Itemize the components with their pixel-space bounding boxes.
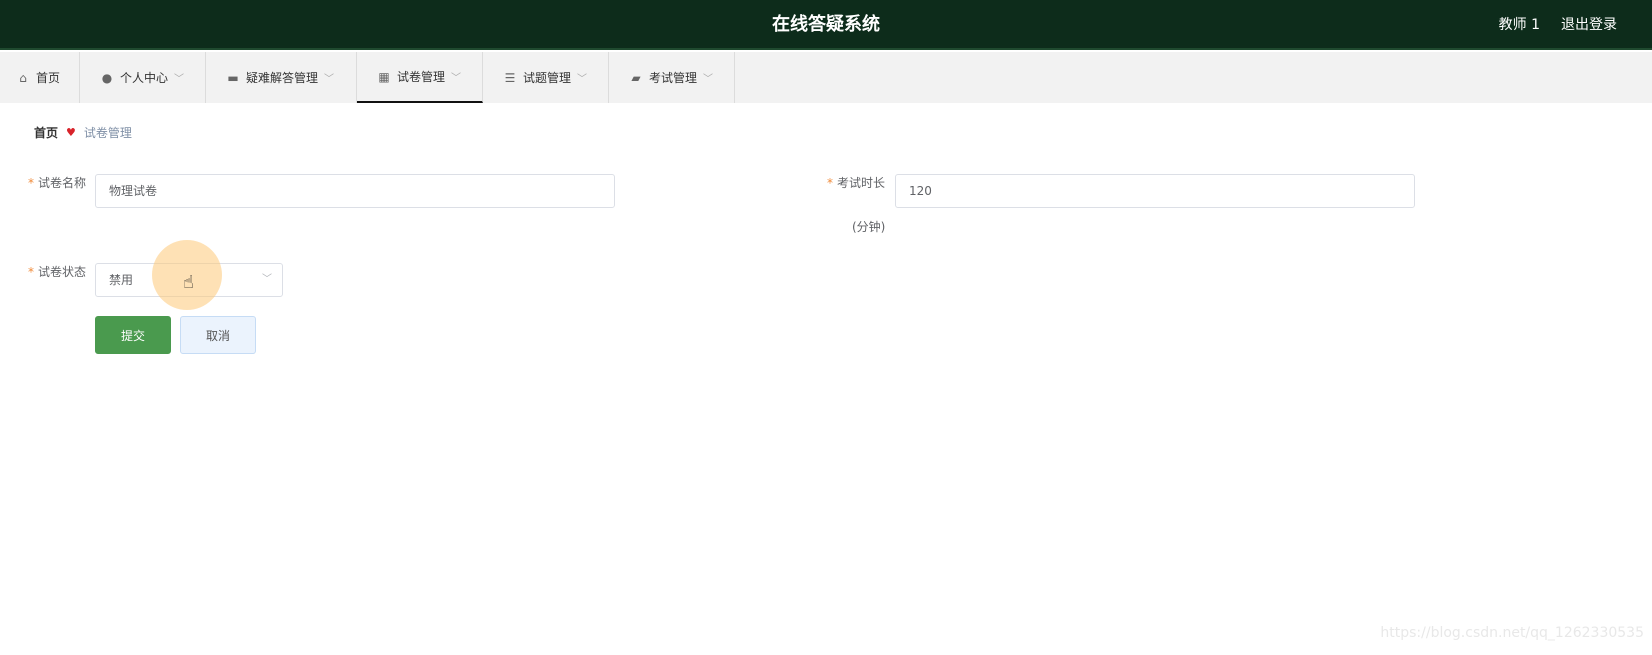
app-title: 在线答疑系统 (772, 14, 880, 35)
chevron-down-icon: ﹀ (174, 74, 185, 85)
home-icon: ⌂ (19, 70, 27, 85)
briefcase-icon: ▰ (631, 70, 641, 85)
status-label: * 试卷状态 (28, 265, 87, 279)
grid-icon: ▦ (378, 69, 390, 84)
breadcrumb: 首页 ♥ 试卷管理 (16, 110, 1636, 155)
duration-label: * 考试时长 (827, 176, 886, 190)
duration-input[interactable]: 120 (895, 174, 1415, 208)
breadcrumb-home[interactable]: 首页 (34, 124, 58, 141)
nav-item-label: 考试管理 (649, 71, 698, 85)
submit-button[interactable]: 提交 (95, 316, 171, 354)
chevron-down-icon: ﹀ (262, 274, 272, 285)
top-header: 在线答疑系统 教师 1 退出登录 (0, 0, 1652, 50)
heart-icon: ♥ (66, 126, 76, 139)
cancel-button[interactable]: 取消 (180, 316, 256, 354)
nav-item-paper-management[interactable]: ▦ 试卷管理 ﹀ (357, 52, 483, 103)
logout-link[interactable]: 退出登录 (1561, 0, 1617, 50)
nav-item-label: 个人中心 (120, 71, 169, 85)
nav-item-label: 疑难解答管理 (246, 71, 319, 85)
nav-item-label: 试题管理 (523, 71, 572, 85)
nav-item-label: 试卷管理 (397, 70, 446, 84)
nav-item-personal-center[interactable]: ● 个人中心 ﹀ (80, 52, 206, 103)
chevron-down-icon: ﹀ (577, 74, 588, 85)
list-icon: ☰ (504, 70, 516, 85)
hand-cursor-icon: ☝ (183, 272, 194, 293)
required-star: * (827, 176, 833, 190)
user-icon: ● (101, 70, 113, 85)
required-star: * (28, 265, 34, 279)
required-star: * (28, 176, 34, 190)
paper-name-label: * 试卷名称 (28, 176, 87, 190)
status-select-value: 禁用 (109, 273, 134, 287)
nav-item-qa-management[interactable]: ▬ 疑难解答管理 ﹀ (206, 52, 357, 103)
ticket-icon: ▬ (227, 70, 239, 85)
chevron-down-icon: ﹀ (324, 74, 335, 85)
breadcrumb-current: 试卷管理 (83, 126, 132, 140)
duration-unit-label: (分钟) (852, 220, 886, 234)
nav-item-exam-management[interactable]: ▰ 考试管理 ﹀ (609, 52, 735, 103)
nav-item-question-management[interactable]: ☰ 试题管理 ﹀ (483, 52, 609, 103)
current-user: 教师 1 (1498, 17, 1540, 33)
chevron-down-icon: ﹀ (703, 74, 714, 85)
paper-name-input[interactable]: 物理试卷 (95, 174, 615, 208)
form-panel: * 试卷名称 物理试卷 * 考试时长 (分钟) 120 * 试卷状态 禁用 ﹀ 提交 … (16, 163, 1636, 383)
chevron-down-icon: ﹀ (451, 73, 462, 84)
nav-item-label: 首页 (36, 71, 61, 85)
nav-item-home[interactable]: ⌂ 首页 (0, 52, 80, 103)
main-nav: ⌂ 首页 ● 个人中心 ﹀ ▬ 疑难解答管理 ﹀ ▦ 试卷管理 ﹀ ☰ 试题管理… (0, 52, 1652, 103)
watermark: https://blog.csdn.net/qq_1262330535 (1380, 625, 1644, 641)
